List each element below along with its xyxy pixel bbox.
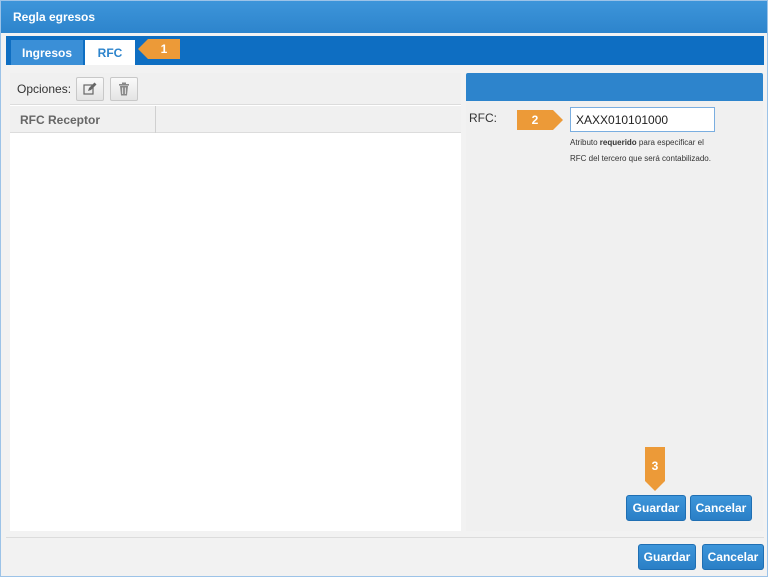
rfc-label: RFC: — [469, 111, 497, 125]
rules-grid-panel: Opciones: RFC Receptor — [10, 73, 461, 531]
tab-strip: Ingresos RFC — [6, 36, 764, 65]
tab-ingresos[interactable]: Ingresos — [11, 40, 83, 65]
grid-toolbar: Opciones: — [10, 73, 461, 105]
delete-button[interactable] — [110, 77, 138, 101]
callout-1: 1 — [138, 39, 180, 59]
trash-icon — [119, 82, 129, 96]
callout-3: 3 — [645, 447, 665, 491]
grid-body — [10, 134, 461, 531]
hint-prefix: Atributo — [570, 138, 600, 147]
dialog-title: Regla egresos — [1, 1, 767, 33]
column-header-rfc-receptor[interactable]: RFC Receptor — [10, 106, 156, 133]
edit-button[interactable] — [76, 77, 104, 101]
cancelar-button[interactable]: Cancelar — [690, 495, 752, 521]
form-panel-header — [466, 73, 763, 101]
dialog-cancelar-button[interactable]: Cancelar — [702, 544, 764, 570]
callout-2: 2 — [517, 110, 563, 130]
rfc-input[interactable] — [570, 107, 715, 132]
hint-bold: requerido — [599, 138, 637, 147]
rfc-form-panel: RFC: Atributo requerido para especificar… — [466, 73, 763, 531]
tab-rfc[interactable]: RFC — [85, 40, 135, 65]
dialog-guardar-button[interactable]: Guardar — [638, 544, 696, 570]
guardar-button[interactable]: Guardar — [626, 495, 686, 521]
pencil-icon — [83, 82, 97, 95]
grid-header: RFC Receptor — [10, 106, 461, 133]
rule-dialog: Regla egresos Ingresos RFC Opciones: RFC… — [0, 0, 768, 577]
rfc-hint: Atributo requerido para especificar el R… — [570, 135, 720, 167]
opciones-label: Opciones: — [17, 82, 72, 96]
